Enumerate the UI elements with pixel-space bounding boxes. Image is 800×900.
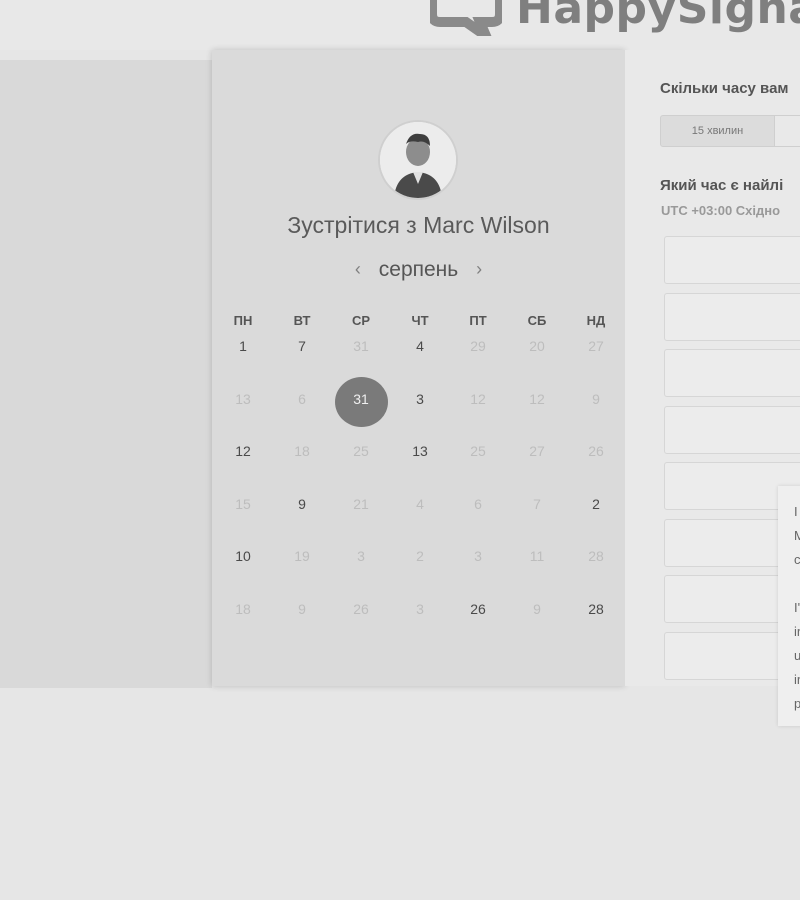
duration-options: 15 хвилин — [660, 115, 800, 147]
weekday-label: НД — [586, 313, 606, 328]
popup-text: M — [794, 528, 800, 543]
calendar-day: 3 — [416, 600, 424, 617]
week-row: 15 9 21 4 6 7 2 — [212, 493, 625, 546]
calendar-day: 9 — [298, 600, 306, 617]
calendar-day: 3 — [474, 548, 482, 564]
popup-text: I' — [794, 600, 800, 615]
calendar-day: 27 — [529, 443, 545, 459]
timezone-label[interactable]: UTC +03:00 Східно — [661, 203, 780, 218]
calendar-grid: ПН ВТ СР ЧТ ПТ СБ НД 1 7 31 4 29 20 27 13 6 31 3 12 12 9 12 1… — [212, 313, 625, 650]
calendar-day: 31 — [353, 338, 369, 354]
calendar-day: 6 — [298, 390, 306, 407]
calendar-day: 27 — [588, 338, 604, 354]
time-slot[interactable] — [664, 292, 800, 341]
selected-day[interactable]: 31 — [341, 391, 381, 407]
chat-bubble-icon — [427, 0, 505, 50]
calendar-day[interactable]: 28 — [576, 601, 616, 617]
calendar-day: 7 — [533, 495, 541, 512]
info-popup: I Mc I' ir u ir p — [778, 486, 800, 726]
week-row: 18 9 26 3 26 9 28 — [212, 598, 625, 651]
calendar-day[interactable]: 9 — [282, 496, 322, 512]
popup-text: ir — [794, 672, 800, 687]
calendar-day: 11 — [529, 548, 545, 564]
calendar-day: 28 — [588, 548, 604, 564]
month-navigation: ‹ серпень › — [212, 258, 625, 282]
calendar-day: 6 — [474, 495, 482, 512]
time-question: Який час є найлі — [660, 177, 784, 194]
calendar-day[interactable]: 12 — [223, 443, 263, 459]
popup-text: u — [794, 648, 800, 663]
calendar-day[interactable]: 26 — [458, 601, 498, 617]
calendar-day: 21 — [353, 495, 369, 512]
calendar-day: 4 — [416, 495, 424, 512]
weekday-label: ВТ — [293, 313, 311, 328]
calendar-panel: Зустрітися з Marc Wilson ‹ серпень › ПН В… — [212, 50, 625, 686]
popup-text: ir — [794, 624, 800, 639]
calendar-day: 26 — [588, 443, 604, 459]
popup-text: p — [794, 696, 800, 711]
calendar-day[interactable]: 10 — [223, 548, 263, 564]
duration-option-15[interactable]: 15 хвилин — [660, 115, 775, 147]
time-selection-panel: Скільки часу вам 15 хвилин Який час є на… — [625, 50, 800, 686]
calendar-day[interactable]: 4 — [400, 338, 440, 354]
logo[interactable]: HappySignal — [427, 0, 800, 50]
chevron-left-icon[interactable]: ‹ — [343, 259, 373, 280]
week-row: 10 19 3 2 3 11 28 — [212, 545, 625, 598]
weekday-label: СБ — [527, 313, 547, 328]
time-slot[interactable] — [664, 349, 800, 397]
calendar-day: 13 — [235, 390, 251, 407]
weekday-label: СР — [351, 313, 371, 328]
calendar-day: 9 — [592, 390, 600, 407]
avatar — [380, 122, 456, 198]
calendar-day: 15 — [235, 495, 251, 512]
weekday-label: ПТ — [469, 313, 487, 328]
calendar-day: 26 — [353, 600, 369, 617]
calendar-day: 2 — [416, 548, 424, 564]
calendar-day: 29 — [470, 338, 486, 354]
week-row: 12 18 25 13 25 27 26 — [212, 440, 625, 493]
header: HappySignal — [0, 0, 800, 50]
weekday-label: ЧТ — [411, 313, 429, 328]
calendar-day: 25 — [353, 443, 369, 459]
popup-text: c — [794, 552, 800, 567]
time-slot[interactable] — [664, 236, 800, 284]
calendar-day[interactable]: 13 — [400, 443, 440, 459]
week-row: 1 7 31 4 29 20 27 — [212, 335, 625, 388]
time-slot[interactable] — [664, 405, 800, 454]
calendar-day: 25 — [470, 443, 486, 459]
calendar-day[interactable]: 2 — [576, 496, 616, 512]
calendar-day: 18 — [235, 600, 251, 617]
calendar-day[interactable]: 7 — [282, 338, 322, 354]
calendar-day: 12 — [529, 390, 545, 407]
calendar-day: 9 — [533, 600, 541, 617]
popup-text: I — [794, 504, 798, 519]
duration-option-2[interactable] — [775, 115, 800, 147]
calendar-day[interactable]: 3 — [400, 391, 440, 407]
calendar-day: 3 — [357, 548, 365, 564]
weekday-header-row: ПН ВТ СР ЧТ ПТ СБ НД — [212, 313, 625, 335]
calendar-day: 12 — [470, 390, 486, 407]
month-label: серпень — [378, 258, 459, 281]
week-row: 13 6 31 3 12 12 9 — [212, 376, 625, 441]
logo-text: HappySignal — [516, 0, 800, 34]
calendar-day: 18 — [294, 443, 310, 459]
backdrop-panel — [0, 60, 212, 688]
chevron-right-icon[interactable]: › — [464, 259, 494, 280]
calendar-day: 20 — [529, 338, 545, 354]
calendar-day: 19 — [294, 548, 310, 564]
calendar-day[interactable]: 1 — [223, 338, 263, 354]
meeting-title: Зустрітися з Marc Wilson — [287, 212, 550, 238]
weekday-label: ПН — [233, 313, 253, 328]
duration-question: Скільки часу вам — [660, 80, 789, 97]
